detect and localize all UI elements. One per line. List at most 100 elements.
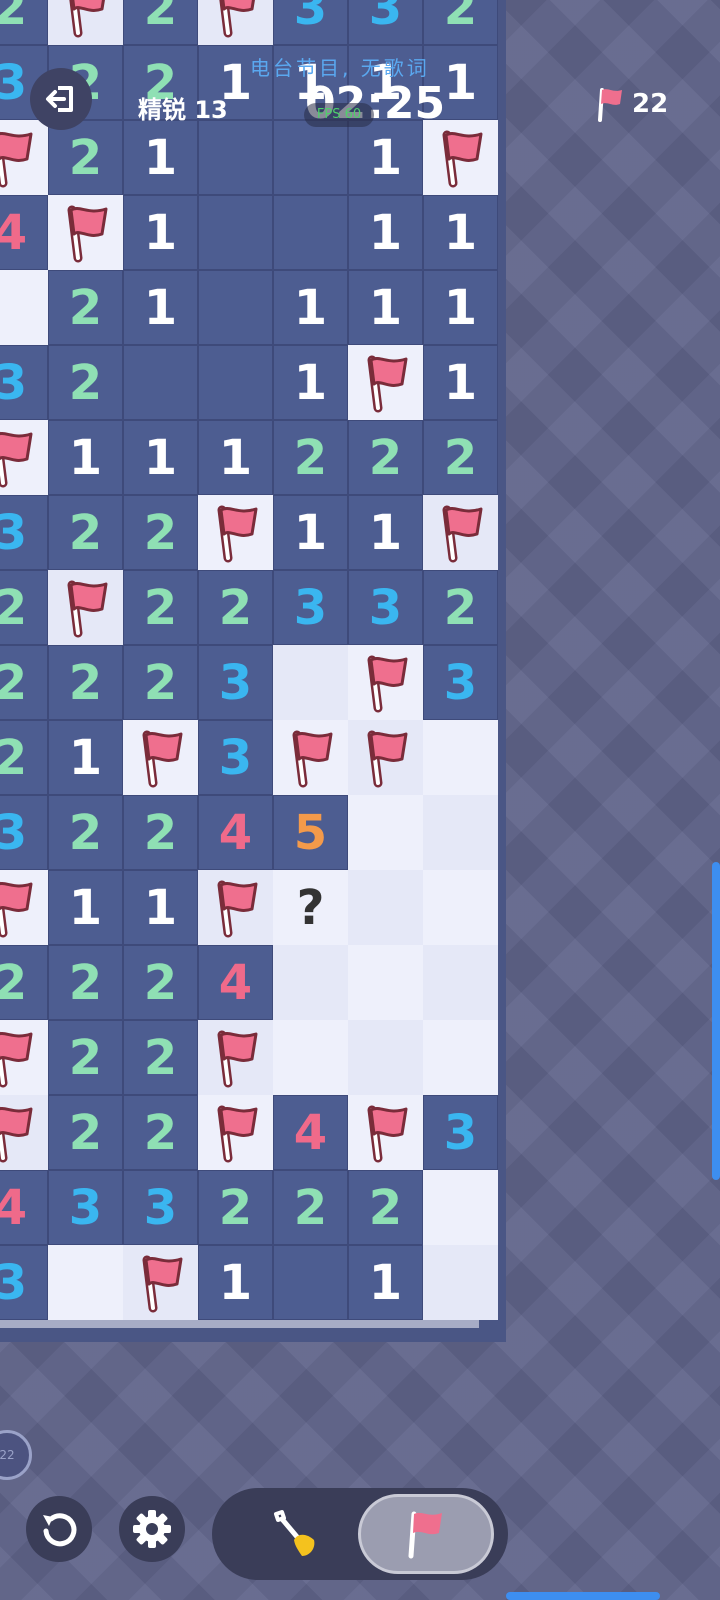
hidden-cell[interactable] (0, 270, 48, 345)
number-cell: 1 (273, 495, 348, 570)
mode-toggle (212, 1488, 508, 1580)
number-cell: 3 (273, 570, 348, 645)
flagged-cell[interactable] (423, 495, 498, 570)
flag-icon (217, 505, 257, 562)
flagged-cell[interactable] (348, 345, 423, 420)
lyrics-overlay: 电台节目, 无歌词 (250, 56, 430, 80)
flagged-cell[interactable] (348, 1095, 423, 1170)
number-cell: 1 (423, 195, 498, 270)
flag-icon (442, 505, 482, 562)
hidden-cell[interactable] (423, 1020, 498, 1095)
hidden-cell[interactable] (423, 795, 498, 870)
flag-icon (598, 88, 622, 122)
number-cell: 2 (273, 420, 348, 495)
number-cell: 1 (123, 195, 198, 270)
number-cell: 2 (0, 570, 48, 645)
flag-icon (67, 580, 107, 637)
flag-icon (367, 655, 407, 712)
flagged-cell[interactable] (198, 1095, 273, 1170)
restart-button[interactable] (26, 1496, 92, 1562)
hidden-cell[interactable] (273, 645, 348, 720)
flag-icon (408, 1511, 442, 1559)
hidden-cell[interactable] (48, 1245, 123, 1320)
number-cell: 1 (423, 270, 498, 345)
number-cell: 1 (273, 345, 348, 420)
flag-icon (292, 730, 332, 787)
number-cell: 2 (273, 1170, 348, 1245)
number-cell: 3 (48, 1170, 123, 1245)
flagged-cell[interactable] (348, 720, 423, 795)
flag-icon (142, 1255, 182, 1312)
flagged-cell[interactable] (48, 195, 123, 270)
hidden-cell[interactable] (423, 870, 498, 945)
number-cell: 2 (123, 795, 198, 870)
hidden-cell[interactable] (273, 945, 348, 1020)
hidden-cell[interactable] (423, 1170, 498, 1245)
number-cell: 2 (48, 345, 123, 420)
number-cell: 1 (123, 870, 198, 945)
hidden-cell[interactable] (348, 870, 423, 945)
exit-button[interactable] (30, 68, 92, 130)
flagged-cell[interactable] (123, 720, 198, 795)
number-cell: 2 (48, 645, 123, 720)
question-cell[interactable]: ? (273, 870, 348, 945)
flag-icon (142, 730, 182, 787)
flagged-cell[interactable] (48, 570, 123, 645)
scroll-indicator[interactable] (712, 862, 720, 1180)
hidden-cell[interactable] (423, 945, 498, 1020)
hidden-cell[interactable] (423, 720, 498, 795)
hidden-cell[interactable] (423, 1245, 498, 1320)
number-cell: 3 (0, 495, 48, 570)
flag-icon (0, 431, 32, 487)
flagged-cell[interactable] (0, 1020, 48, 1095)
flagged-cell[interactable] (273, 720, 348, 795)
number-cell: 2 (0, 945, 48, 1020)
flag-mode-button[interactable] (358, 1494, 494, 1574)
number-cell: 4 (273, 1095, 348, 1170)
flag-icon (0, 881, 32, 937)
flagged-cell[interactable] (198, 870, 273, 945)
empty-cell (198, 195, 273, 270)
flagged-cell[interactable] (0, 420, 48, 495)
flagged-cell[interactable] (123, 1245, 198, 1320)
hidden-cell[interactable] (348, 795, 423, 870)
number-cell: 2 (48, 495, 123, 570)
exit-icon (46, 86, 73, 112)
number-cell: 5 (273, 795, 348, 870)
restart-icon (43, 1513, 77, 1547)
number-cell: 2 (48, 1020, 123, 1095)
flagged-cell[interactable] (348, 645, 423, 720)
number-cell: 1 (48, 720, 123, 795)
flag-icon (367, 355, 407, 412)
number-cell: 2 (123, 645, 198, 720)
number-cell: 2 (198, 1170, 273, 1245)
number-cell: 1 (48, 870, 123, 945)
gear-icon (133, 1510, 171, 1548)
empty-cell (123, 345, 198, 420)
number-cell: 2 (48, 945, 123, 1020)
flagged-cell[interactable] (198, 1020, 273, 1095)
number-cell: 2 (48, 1095, 123, 1170)
number-cell: 1 (273, 270, 348, 345)
flag-icon (367, 1105, 407, 1162)
home-indicator[interactable] (506, 1592, 660, 1600)
shovel-icon (274, 1510, 315, 1556)
hidden-cell[interactable] (348, 1020, 423, 1095)
number-cell: 2 (198, 570, 273, 645)
hidden-cell[interactable] (348, 945, 423, 1020)
hidden-cell[interactable] (273, 1020, 348, 1095)
empty-cell (273, 1245, 348, 1320)
number-cell: 3 (348, 570, 423, 645)
flag-icon (67, 205, 107, 262)
number-cell: 2 (123, 1095, 198, 1170)
flagged-cell[interactable] (198, 495, 273, 570)
number-cell: 1 (198, 420, 273, 495)
number-cell: 2 (0, 645, 48, 720)
minesweeper-board: 2233232211112114111211113211111222322112… (0, 0, 506, 1342)
flagged-cell[interactable] (0, 870, 48, 945)
number-cell: 1 (348, 495, 423, 570)
dig-mode-button[interactable] (236, 1498, 356, 1570)
settings-button[interactable] (119, 1496, 185, 1562)
number-cell: 3 (0, 345, 48, 420)
flagged-cell[interactable] (0, 1095, 48, 1170)
